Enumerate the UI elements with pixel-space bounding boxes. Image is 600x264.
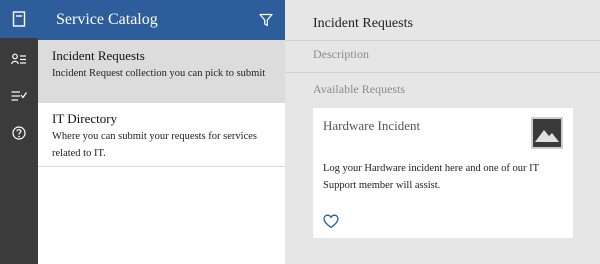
help-circle-icon — [12, 126, 26, 140]
filter-icon — [259, 13, 273, 27]
catalog-header: Service Catalog — [38, 0, 285, 40]
rail-users-button[interactable] — [0, 40, 38, 78]
catalog-item-it-directory[interactable]: IT Directory Where you can submit your r… — [38, 103, 285, 167]
image-placeholder-icon — [531, 117, 563, 149]
app-rail — [0, 0, 38, 264]
rail-help-button[interactable] — [0, 114, 38, 152]
request-card-description: Log your Hardware incident here and one … — [323, 163, 539, 191]
filter-button[interactable] — [259, 13, 273, 27]
user-list-icon — [11, 53, 26, 65]
catalog-item-description: Where you can submit your requests for s… — [52, 131, 257, 159]
catalog-item-title: IT Directory — [52, 111, 118, 126]
heart-icon — [323, 214, 339, 229]
rail-catalog-button[interactable] — [0, 0, 38, 38]
description-divider — [285, 72, 600, 73]
catalog-book-icon — [12, 11, 26, 27]
incident-requests-detail: Incident Requests Description Available … — [285, 0, 600, 264]
service-catalog-panel: Service Catalog Incident Requests Incide… — [38, 0, 285, 264]
checklist-icon — [11, 91, 27, 101]
title-divider — [285, 40, 600, 41]
favorite-button[interactable] — [323, 214, 339, 229]
catalog-item-title: Incident Requests — [52, 48, 145, 63]
description-label: Description — [313, 47, 369, 61]
page-title: Incident Requests — [313, 16, 413, 31]
catalog-title: Service Catalog — [56, 11, 158, 28]
available-requests-label: Available Requests — [313, 82, 406, 96]
catalog-item-description: Incident Request collection you can pick… — [52, 68, 266, 79]
request-card-hardware-incident[interactable]: Hardware Incident Log your Hardware inci… — [313, 108, 573, 238]
request-card-title: Hardware Incident — [323, 118, 421, 133]
catalog-item-incident-requests[interactable]: Incident Requests Incident Request colle… — [38, 40, 285, 103]
rail-tasks-button[interactable] — [0, 77, 38, 115]
